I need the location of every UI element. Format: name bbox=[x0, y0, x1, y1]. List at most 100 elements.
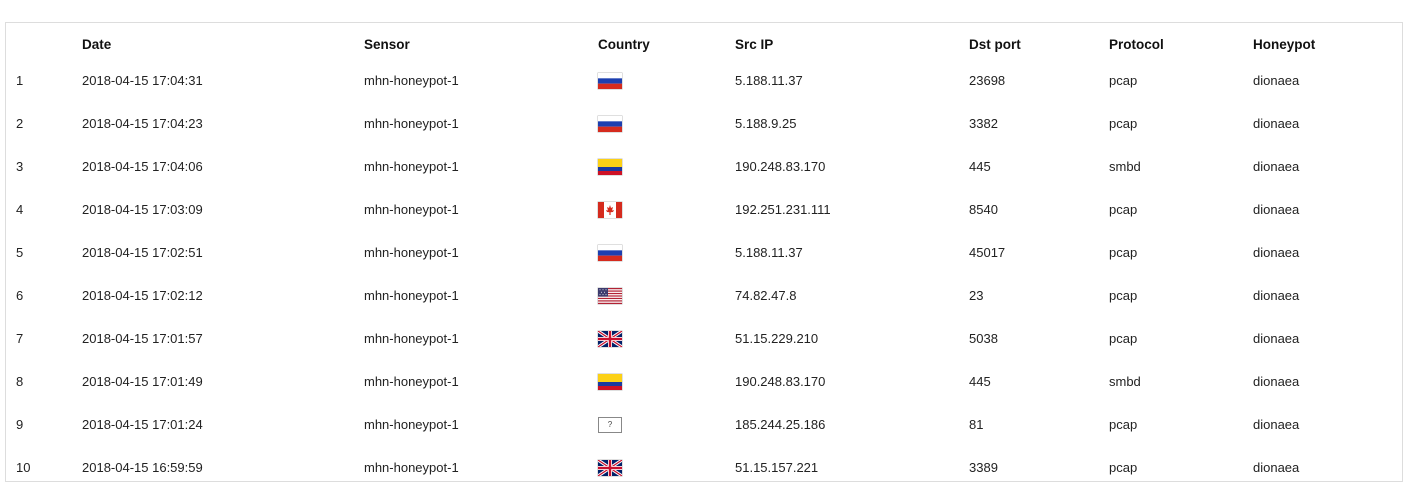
row-protocol: pcap bbox=[1109, 331, 1138, 346]
row-protocol: pcap bbox=[1109, 417, 1138, 432]
row-honeypot: dionaea bbox=[1253, 288, 1300, 303]
row-src-ip: 51.15.157.221 bbox=[735, 460, 819, 475]
row-protocol: pcap bbox=[1109, 460, 1138, 475]
row-sensor: mhn-honeypot-1 bbox=[364, 417, 459, 432]
row-sensor: mhn-honeypot-1 bbox=[364, 460, 459, 475]
flag-canada-icon bbox=[598, 201, 622, 218]
row-index: 7 bbox=[16, 331, 24, 346]
row-country bbox=[598, 446, 622, 489]
row-honeypot: dionaea bbox=[1253, 159, 1300, 174]
table-row[interactable]: 9 2018-04-15 17:01:24 mhn-honeypot-1? 185.2… bbox=[6, 403, 1402, 446]
flag-uk-icon bbox=[598, 330, 622, 347]
row-src-ip: 74.82.47.8 bbox=[735, 288, 797, 303]
row-index: 8 bbox=[16, 374, 24, 389]
row-sensor: mhn-honeypot-1 bbox=[364, 331, 459, 346]
row-country bbox=[598, 102, 622, 145]
row-honeypot: dionaea bbox=[1253, 374, 1300, 389]
row-index: 4 bbox=[16, 202, 24, 217]
row-date: 2018-04-15 17:04:31 bbox=[82, 73, 203, 88]
flag-colombia-icon bbox=[598, 373, 622, 390]
row-src-ip: 190.248.83.170 bbox=[735, 159, 826, 174]
row-honeypot: dionaea bbox=[1253, 116, 1300, 131]
table-row[interactable]: 4 2018-04-15 17:03:09 mhn-honeypot-1 192.25… bbox=[6, 188, 1402, 231]
row-index: 1 bbox=[16, 73, 24, 88]
row-country bbox=[598, 317, 622, 360]
row-date: 2018-04-15 17:02:51 bbox=[82, 245, 203, 260]
row-src-ip: 192.251.231.111 bbox=[735, 202, 831, 217]
row-sensor: mhn-honeypot-1 bbox=[364, 245, 459, 260]
row-src-ip: 190.248.83.170 bbox=[735, 374, 826, 389]
row-date: 2018-04-15 17:04:06 bbox=[82, 159, 203, 174]
row-src-ip: 5.188.11.37 bbox=[735, 245, 803, 260]
row-src-ip: 185.244.25.186 bbox=[735, 417, 826, 432]
table-row[interactable]: 6 2018-04-15 17:02:12 mhn-honeypot-1 74.82.… bbox=[6, 274, 1402, 317]
row-country bbox=[598, 145, 622, 188]
row-dst-port: 45017 bbox=[969, 245, 1006, 260]
table-row[interactable]: 1 2018-04-15 17:04:31 mhn-honeypot-1 5.188.… bbox=[6, 59, 1402, 102]
row-protocol: smbd bbox=[1109, 374, 1141, 389]
row-date: 2018-04-15 16:59:59 bbox=[82, 460, 203, 475]
table-row[interactable]: 10 2018-04-15 16:59:59 mhn-honeypot-1 51.15… bbox=[6, 446, 1402, 489]
row-country bbox=[598, 188, 622, 231]
row-dst-port: 3389 bbox=[969, 460, 998, 475]
row-protocol: smbd bbox=[1109, 159, 1141, 174]
attacks-panel: Date Sensor Country Src IP Dst port Prot… bbox=[5, 22, 1403, 482]
row-country bbox=[598, 59, 622, 102]
row-honeypot: dionaea bbox=[1253, 417, 1300, 432]
row-index: 6 bbox=[16, 288, 24, 303]
row-honeypot: dionaea bbox=[1253, 73, 1300, 88]
row-index: 5 bbox=[16, 245, 24, 260]
flag-unknown-icon: ? bbox=[598, 416, 622, 433]
row-sensor: mhn-honeypot-1 bbox=[364, 159, 459, 174]
row-honeypot: dionaea bbox=[1253, 331, 1300, 346]
row-date: 2018-04-15 17:02:12 bbox=[82, 288, 203, 303]
row-protocol: pcap bbox=[1109, 202, 1138, 217]
row-src-ip: 5.188.9.25 bbox=[735, 116, 797, 131]
row-src-ip: 51.15.229.210 bbox=[735, 331, 819, 346]
row-protocol: pcap bbox=[1109, 288, 1138, 303]
row-country bbox=[598, 231, 622, 274]
flag-russia-icon bbox=[598, 72, 622, 89]
table-row[interactable]: 5 2018-04-15 17:02:51 mhn-honeypot-1 5.188.… bbox=[6, 231, 1402, 274]
row-index: 2 bbox=[16, 116, 24, 131]
row-sensor: mhn-honeypot-1 bbox=[364, 73, 459, 88]
table-row[interactable]: 3 2018-04-15 17:04:06 mhn-honeypot-1 190.24… bbox=[6, 145, 1402, 188]
row-sensor: mhn-honeypot-1 bbox=[364, 374, 459, 389]
row-protocol: pcap bbox=[1109, 245, 1138, 260]
row-index: 10 bbox=[16, 460, 31, 475]
row-honeypot: dionaea bbox=[1253, 245, 1300, 260]
row-dst-port: 81 bbox=[969, 417, 984, 432]
row-dst-port: 445 bbox=[969, 374, 991, 389]
row-dst-port: 445 bbox=[969, 159, 991, 174]
row-country bbox=[598, 360, 622, 403]
row-dst-port: 3382 bbox=[969, 116, 998, 131]
row-src-ip: 5.188.11.37 bbox=[735, 73, 803, 88]
row-protocol: pcap bbox=[1109, 116, 1138, 131]
row-index: 9 bbox=[16, 417, 24, 432]
table-row[interactable]: 2 2018-04-15 17:04:23 mhn-honeypot-1 5.188.… bbox=[6, 102, 1402, 145]
row-sensor: mhn-honeypot-1 bbox=[364, 202, 459, 217]
row-sensor: mhn-honeypot-1 bbox=[364, 288, 459, 303]
row-country bbox=[598, 274, 622, 317]
row-date: 2018-04-15 17:04:23 bbox=[82, 116, 203, 131]
row-dst-port: 8540 bbox=[969, 202, 998, 217]
row-honeypot: dionaea bbox=[1253, 460, 1300, 475]
row-dst-port: 5038 bbox=[969, 331, 998, 346]
flag-uk-icon bbox=[598, 459, 622, 476]
row-date: 2018-04-15 17:03:09 bbox=[82, 202, 203, 217]
row-date: 2018-04-15 17:01:57 bbox=[82, 331, 203, 346]
row-index: 3 bbox=[16, 159, 24, 174]
row-dst-port: 23 bbox=[969, 288, 984, 303]
flag-usa-icon bbox=[598, 287, 622, 304]
row-country: ? bbox=[598, 403, 622, 446]
row-date: 2018-04-15 17:01:49 bbox=[82, 374, 203, 389]
row-dst-port: 23698 bbox=[969, 73, 1006, 88]
table-row[interactable]: 7 2018-04-15 17:01:57 mhn-honeypot-1 51.15.… bbox=[6, 317, 1402, 360]
row-honeypot: dionaea bbox=[1253, 202, 1300, 217]
row-protocol: pcap bbox=[1109, 73, 1138, 88]
flag-colombia-icon bbox=[598, 158, 622, 175]
table-row[interactable]: 8 2018-04-15 17:01:49 mhn-honeypot-1 190.24… bbox=[6, 360, 1402, 403]
row-sensor: mhn-honeypot-1 bbox=[364, 116, 459, 131]
row-date: 2018-04-15 17:01:24 bbox=[82, 417, 203, 432]
flag-russia-icon bbox=[598, 115, 622, 132]
